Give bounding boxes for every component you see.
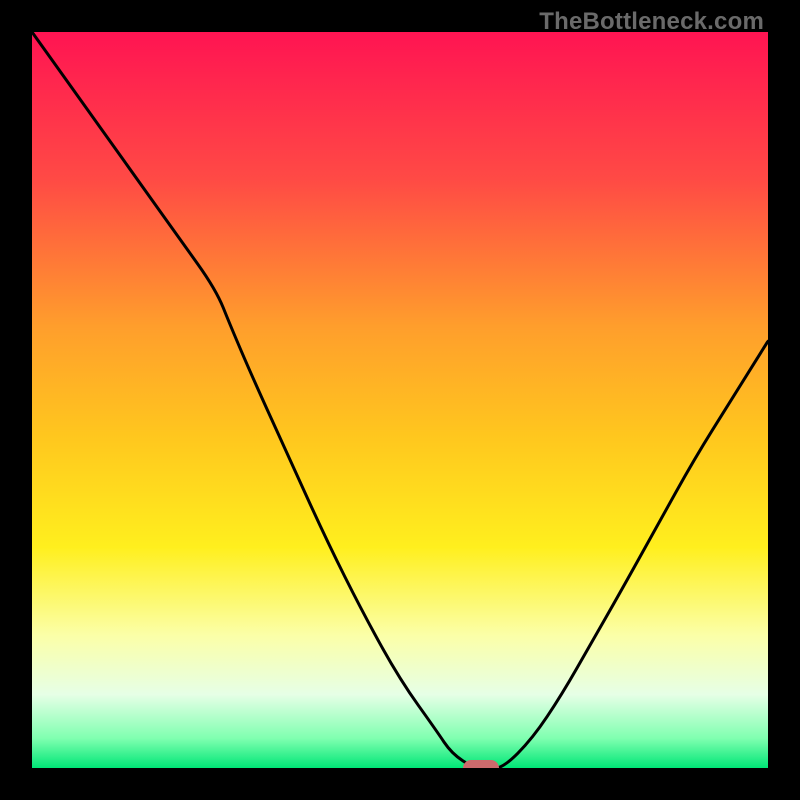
chart-frame: TheBottleneck.com <box>0 0 800 800</box>
gradient-background <box>32 32 768 768</box>
gradient-and-curve-svg <box>32 32 768 768</box>
optimal-marker <box>463 760 500 768</box>
plot-area <box>32 32 768 768</box>
